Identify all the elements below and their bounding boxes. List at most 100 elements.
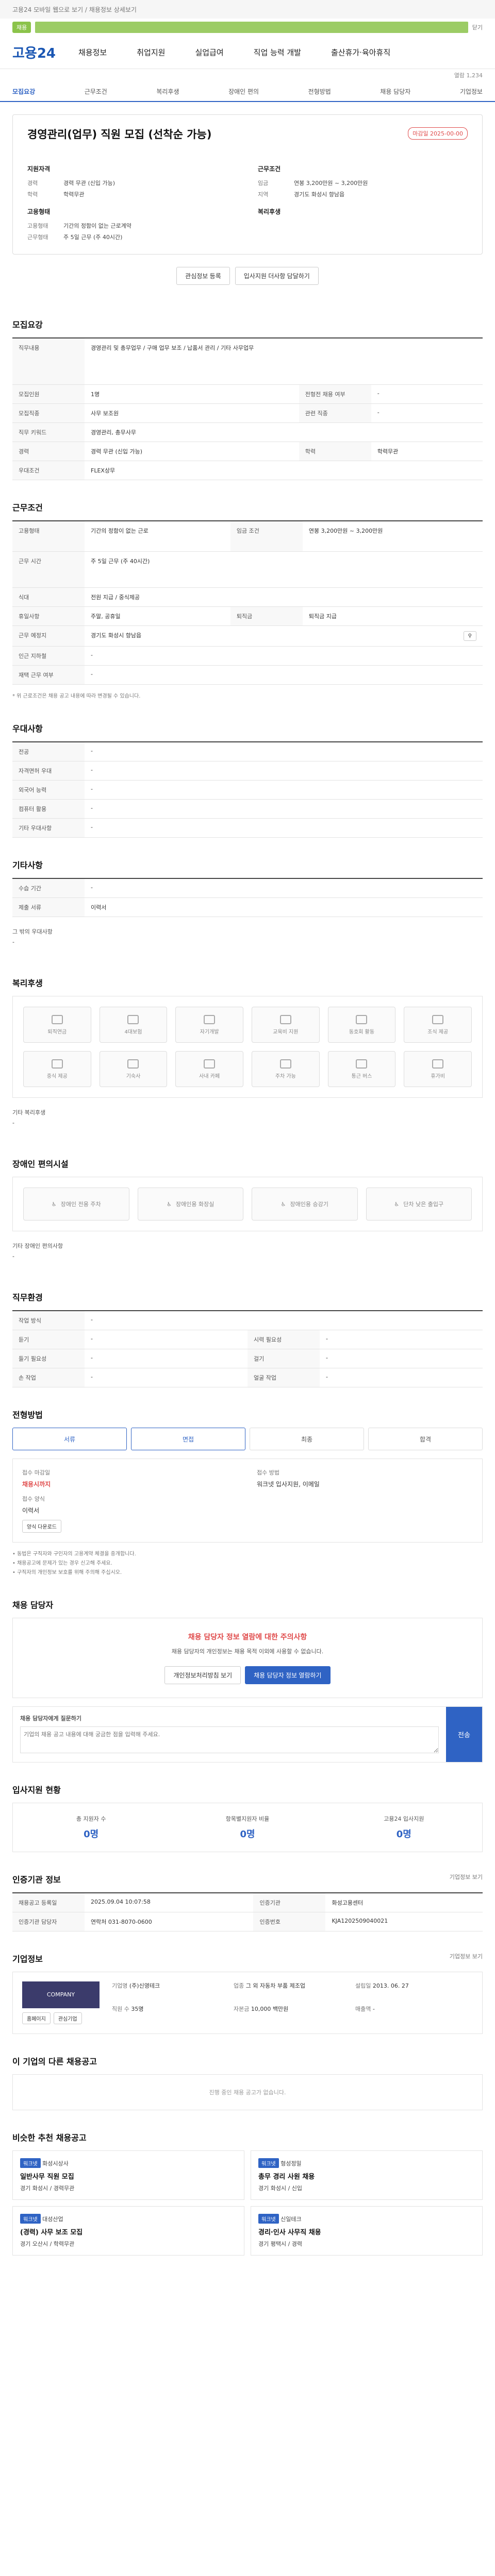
step-item: 서류 [12,1428,127,1450]
view-contact-button[interactable]: 채용 담당자 정보 열람하기 [245,1666,331,1684]
benefits-note: 기타 복리후생 - [12,1109,46,1126]
tab-contact[interactable]: 채용 담당자 [380,87,410,96]
add-interest-button[interactable]: 관심정보 등록 [176,267,230,285]
tab-recruit[interactable]: 모집요강 [12,87,35,96]
recommended-section: 비슷한 추천 채용공고 워크넷 화성시상사 일반사무 직원 모집 경기 화성시 … [12,2110,483,2276]
recommended-card[interactable]: 워크넷 화성시상사 일반사무 직원 모집 경기 화성시 / 경력무관 [12,2150,244,2200]
benefits-heading: 복리후생 [258,208,281,215]
map-button[interactable]: ⚲ [463,631,476,641]
summary-row: 근무형태 주 5일 근무 (주 40시간) [27,234,123,241]
basic-table: 채용공고 등록일 2025.09.04 10:07:58 인증기관 화성고용센터 인증… [12,1892,483,1931]
benefit-icon [204,1059,216,1069]
summary-row: 지역 경기도 화성시 향남읍 [258,191,345,198]
work-section: 근무조건 고용형태 기간의 정함이 없는 근로 임금 조건 연봉 3,200만원 ~ … [12,480,483,702]
benefit-item: 4대보험 [99,1007,168,1043]
apply-heading: 전형방법 [12,1410,43,1420]
contact-warning: 채용 담당자 정보 열람에 대한 주의사항 채용 담당자의 개인정보는 채용 목… [12,1618,483,1698]
nav-item-parental-leave[interactable]: 출산휴가·육아휴직 [331,47,390,58]
step-item: 면접 [131,1428,245,1450]
nav-item-training[interactable]: 직업 능력 개발 [254,47,301,58]
job-summary-card: 경영관리(업무) 직원 모집 (선착순 가능) 마감일 2025-00-00 지… [12,114,483,255]
other-table: 수습 기간 - 제출 서류 이력서 [12,878,483,917]
table-row: 근무 예정지 경기도 화성시 향남읍 ⚲ [12,625,483,647]
summary-row: 고용형태 기간의 정함이 없는 근로계약 [27,223,131,229]
benefits-grid: 퇴직연금 4대보험 자기개발 교육비 지원 동호회 활동 조식 제공 중식 제공… [12,996,483,1098]
other-heading: 기타사항 [12,860,43,870]
summary-row: 경력 경력 무관 (신입 가능) [27,180,116,187]
inquiry-input[interactable] [20,1726,439,1753]
follow-company-button[interactable]: 관심기업 [53,2012,82,2024]
privacy-policy-button[interactable]: 개인정보처리방침 보기 [164,1666,241,1684]
nav-item-jobs[interactable]: 채용정보 [78,47,107,58]
table-row: 기타 우대사항 - [12,818,483,838]
table-row: 휴일사항 주말, 공휴일 퇴직금 퇴직금 지급 [12,606,483,626]
other-extra: 그 밖의 우대사항 - [12,928,53,945]
warning-text: 채용 담당자의 개인정보는 채용 목적 이외에 사용할 수 없습니다. [171,1648,324,1655]
recommended-grid: 워크넷 화성시상사 일반사무 직원 모집 경기 화성시 / 경력무관 워크넷 형… [12,2150,483,2256]
table-row: 채용공고 등록일 2025.09.04 10:07:58 인증기관 화성고용센터 [12,1892,483,1912]
benefit-item: 자기개발 [175,1007,243,1043]
table-row: 외국어 능력 - [12,780,483,800]
benefit-icon [127,1059,139,1069]
company-link[interactable]: 기업정보 보기 [450,1952,483,1960]
ad-banner-close[interactable]: 닫기 [472,23,483,31]
benefit-icon [204,1014,216,1024]
benefit-item: 통근 버스 [327,1051,396,1087]
benefit-icon [432,1059,444,1069]
disability-item: ♿ 장애인 전용 주차 [23,1188,129,1221]
recommended-card[interactable]: 워크넷 신일테크 경리·인사 사무직 채용 경기 평택시 / 경력 [251,2206,483,2256]
work-heading: 근무조건 [12,502,43,513]
benefit-item: 동호회 활동 [327,1007,396,1043]
apply-notes: • 동법은 구직자와 구인자의 고용계약 체결을 중개합니다. • 채용공고에 … [12,1551,136,1575]
table-row: 식대 전원 지급 / 중식제공 [12,587,483,607]
ad-banner-bar[interactable] [35,22,468,33]
tab-conditions[interactable]: 근무조건 [85,87,107,96]
homepage-button[interactable]: 홈페이지 [22,2012,51,2024]
site-logo[interactable]: 고용24 [12,43,56,62]
nav-item-support[interactable]: 취업지원 [137,47,165,58]
contact-section: 채용 담당자 채용 담당자 정보 열람에 대한 주의사항 채용 담당자의 개인정… [12,1578,483,1762]
tab-process[interactable]: 전형방법 [308,87,331,96]
download-form-button[interactable]: 양식 다운로드 [22,1520,61,1533]
elevator-icon: ♿ [280,1200,286,1208]
recommended-card[interactable]: 워크넷 대성산업 (경력) 사무 보조 모집 경기 오산시 / 학력무관 [12,2206,244,2256]
tab-benefits[interactable]: 복리후생 [156,87,179,96]
table-row: 근무 시간 주 5일 근무 (주 40시간) [12,551,483,588]
table-row: 재택 근무 여부 - [12,665,483,685]
basic-link[interactable]: 기업정보 보기 [450,1873,483,1881]
status-heading: 입사지원 현황 [12,1785,61,1795]
view-count: 열람 1,234 [454,72,483,79]
work-table: 고용형태 기간의 정함이 없는 근로 임금 조건 연봉 3,200만원 ~ 3,200… [12,520,483,685]
table-row: 수습 기간 - [12,878,483,898]
conditions-heading: 근무조건 [258,165,281,173]
disability-item: ♿ 장애인용 승강기 [252,1188,358,1221]
send-inquiry-button[interactable]: 전송 [446,1706,482,1762]
entrance-icon: ♿ [394,1200,400,1208]
benefit-item: 교육비 지원 [252,1007,320,1043]
nav-item-unemployment[interactable]: 실업급여 [195,47,223,58]
prefs-section: 우대사항 전공 - 자격면허 우대 - 외국어 능력 - 컴퓨터 활용 - 기타 우대사… [12,701,483,838]
share-button[interactable]: 입사지원 더사항 담달하기 [235,267,319,285]
table-row: 듣기 - 시력 필요성 - [12,1330,483,1349]
company-logo: COMPANY [22,1981,100,2008]
prefs-heading: 우대사항 [12,724,43,734]
table-row: 경력 경력 무관 (신입 가능) 학력 학력무관 [12,442,483,461]
table-row: 손 작업 - 얼굴 작업 - [12,1368,483,1387]
top-utility-bar: 고용24 모바일 웹으로 보기 / 채용정보 상세보기 [0,0,495,19]
company-box: COMPANY 홈페이지 관심기업 기업명 (주)신영테크 업종 그 외 자동차… [12,1971,483,2034]
tab-company[interactable]: 기업정보 [460,87,483,96]
ad-banner[interactable]: 채용 닫기 [0,19,495,36]
deadline-badge: 마감일 2025-00-00 [408,127,468,140]
step-item: 합격 [368,1428,483,1450]
benefit-item: 주차 가능 [252,1051,320,1087]
company-heading: 기업정보 [12,1954,43,1964]
benefit-icon [127,1014,139,1024]
disability-section: 장애인 편의시설 ♿ 장애인 전용 주차 ♿ 장애인용 화장실 ♿ 장애인용 승강기 … [12,1137,483,1270]
recommended-card[interactable]: 워크넷 형성정밀 총무 경리 사원 채용 경기 화성시 / 신입 [251,2150,483,2200]
table-row: 전공 - [12,742,483,761]
benefit-item: 퇴직연금 [23,1007,91,1043]
table-row: 모집인원 1명 전형전 채용 여부 - [12,384,483,404]
disability-item: ♿ 단차 낮은 출입구 [366,1188,472,1221]
tab-disability[interactable]: 장애인 편의 [228,87,259,96]
table-row: 모집직종 사무 보조원 관련 직종 - [12,403,483,423]
